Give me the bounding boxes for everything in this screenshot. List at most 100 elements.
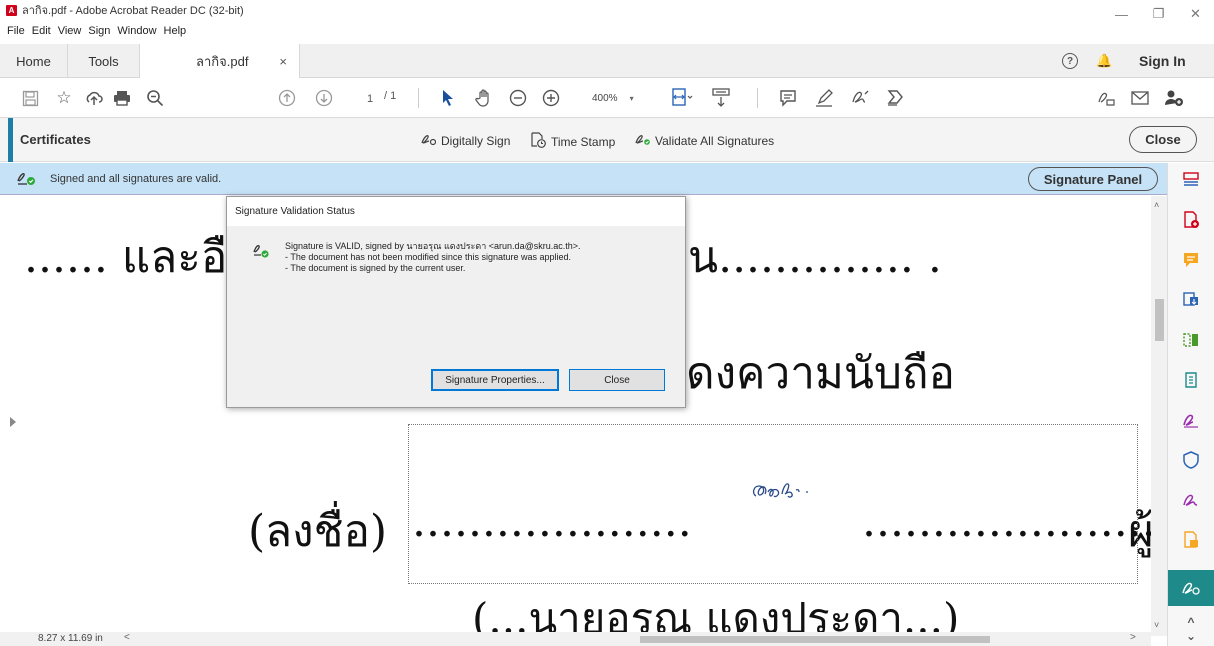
sign-share-icon[interactable]	[1094, 86, 1118, 110]
highlight-pen-icon[interactable]	[812, 86, 836, 110]
fill-sign-tool-icon[interactable]	[1180, 409, 1202, 431]
fill-sign-icon[interactable]	[848, 86, 872, 110]
share-upload-icon[interactable]	[82, 86, 106, 110]
toolbar-divider	[757, 88, 758, 108]
scroll-right-arrow[interactable]: >	[1130, 632, 1136, 643]
minimize-button[interactable]: —	[1103, 0, 1140, 28]
zoom-in-icon[interactable]	[539, 86, 563, 110]
tab-document[interactable]: ลากิจ.pdf ×	[140, 44, 300, 78]
certificates-accent-stripe	[8, 118, 13, 162]
rail-scroll-down-icon[interactable]: ⌄	[1180, 625, 1202, 646]
close-tab-icon[interactable]: ×	[279, 54, 287, 69]
signature-status-text: Signed and all signatures are valid.	[50, 173, 222, 185]
signature-valid-icon	[253, 245, 269, 258]
menu-bar: File Edit View Sign Window Help	[0, 20, 1000, 42]
menu-sign[interactable]: Sign	[88, 25, 110, 37]
notification-bell-icon[interactable]: 🔔	[1096, 53, 1112, 69]
help-icon[interactable]: ?	[1062, 53, 1078, 69]
fit-page-icon[interactable]	[670, 86, 696, 110]
scroll-left-arrow[interactable]: <	[124, 632, 130, 643]
window-title: ลากิจ.pdf - Adobe Acrobat Reader DC (32-…	[22, 5, 244, 17]
validate-all-signatures-button[interactable]: Validate All Signatures	[634, 132, 774, 149]
dialog-close-button[interactable]: Close	[569, 369, 665, 391]
signature-valid-icon	[17, 173, 35, 185]
dialog-message-line3: - The document is signed by the current …	[285, 263, 466, 273]
zoom-search-icon[interactable]	[143, 86, 167, 110]
menu-help[interactable]: Help	[164, 25, 187, 37]
page-size-indicator: 8.27 x 11.69 in	[38, 633, 103, 644]
signature-validation-dialog: Signature Validation Status Signature is…	[226, 196, 686, 408]
maximize-button[interactable]: ❐	[1140, 0, 1177, 28]
dialog-message: Signature is VALID, signed by นายอรุณ แด…	[285, 241, 580, 274]
hand-icon[interactable]	[472, 86, 496, 110]
main-toolbar: ☆ 1 / 1 400% ▾	[0, 78, 1214, 118]
validate-sign-icon	[634, 132, 650, 149]
zoom-level-value: 400%	[592, 92, 618, 104]
close-window-button[interactable]: ✕	[1177, 0, 1214, 28]
signature-panel-button[interactable]: Signature Panel	[1028, 167, 1158, 191]
signature-properties-button[interactable]: Signature Properties...	[431, 369, 559, 391]
menu-file[interactable]: File	[7, 25, 25, 37]
menu-view[interactable]: View	[58, 25, 82, 37]
menu-edit[interactable]: Edit	[32, 25, 51, 37]
vertical-scrollbar[interactable]: ˄ ˅	[1151, 196, 1167, 636]
dialog-message-line1: Signature is VALID, signed by นายอรุณ แด…	[285, 241, 581, 251]
create-pdf-icon[interactable]	[1180, 209, 1202, 231]
horizontal-scrollbar[interactable]: 8.27 x 11.69 in < >	[0, 632, 1151, 646]
zoom-out-icon[interactable]	[506, 86, 530, 110]
export-pdf-icon[interactable]	[1180, 289, 1202, 311]
certificates-tool-icon[interactable]	[1180, 577, 1202, 599]
vertical-scroll-thumb[interactable]	[1155, 299, 1164, 341]
tab-tools-label: Tools	[88, 53, 119, 69]
page-down-icon[interactable]	[312, 86, 336, 110]
validate-all-signatures-label: Validate All Signatures	[655, 133, 775, 148]
digitally-sign-label: Digitally Sign	[441, 133, 511, 148]
print-icon[interactable]	[110, 86, 134, 110]
organize-pages-icon[interactable]	[1180, 169, 1202, 191]
chevron-down-icon: ▾	[629, 93, 634, 103]
tab-home[interactable]: Home	[0, 44, 68, 78]
signature-field[interactable]	[408, 424, 1138, 584]
doc-signer-name: (...นายอรุณ แดงประดา...)	[472, 594, 960, 636]
page-up-icon[interactable]	[275, 86, 299, 110]
add-user-icon[interactable]	[1162, 86, 1186, 110]
scroll-down-arrow[interactable]: ˅	[1154, 620, 1159, 630]
scroll-mode-icon[interactable]	[708, 86, 734, 110]
certificates-toolbar: Certificates Digitally Sign Time Stamp V…	[0, 118, 1214, 162]
toolbar-divider	[418, 88, 419, 108]
comment-icon[interactable]	[776, 86, 800, 110]
protect-shield-icon[interactable]	[1180, 449, 1202, 471]
close-certificates-button[interactable]: Close	[1129, 126, 1197, 153]
window-titlebar: A ลากิจ.pdf - Adobe Acrobat Reader DC (3…	[0, 0, 1214, 20]
save-icon[interactable]	[18, 86, 42, 110]
select-pointer-icon[interactable]	[436, 86, 460, 110]
zoom-level-select[interactable]: 400% ▾	[592, 89, 642, 107]
digitally-sign-button[interactable]: Digitally Sign	[420, 132, 510, 149]
dialog-message-line2: - The document has not been modified sin…	[285, 252, 572, 262]
bookmark-star-icon[interactable]: ☆	[52, 86, 76, 110]
combine-files-icon[interactable]	[1180, 369, 1202, 391]
request-signature-icon[interactable]	[1180, 489, 1202, 511]
time-stamp-button[interactable]: Time Stamp	[530, 132, 615, 151]
expand-left-pane-icon[interactable]	[10, 417, 16, 427]
horizontal-scroll-thumb[interactable]	[640, 636, 990, 643]
tab-tools[interactable]: Tools	[68, 44, 140, 78]
stamp-icon[interactable]	[883, 86, 907, 110]
window-controls: — ❐ ✕	[1103, 0, 1214, 28]
edit-pdf-icon[interactable]	[1180, 329, 1202, 351]
time-stamp-label: Time Stamp	[551, 134, 616, 149]
comment-tool-icon[interactable]	[1180, 249, 1202, 271]
menu-window[interactable]: Window	[117, 25, 156, 37]
digital-sign-pen-icon	[420, 132, 437, 149]
acrobat-app-icon: A	[6, 4, 17, 16]
scroll-up-arrow[interactable]: ˄	[1154, 200, 1159, 210]
page-number-input[interactable]: 1	[357, 90, 383, 107]
send-for-review-icon[interactable]	[1180, 529, 1202, 551]
certificates-title: Certificates	[20, 132, 91, 147]
tab-document-label: ลากิจ.pdf	[196, 53, 249, 69]
tab-bar: Home Tools ลากิจ.pdf × ? 🔔 Sign In	[0, 44, 1214, 78]
tab-home-label: Home	[16, 53, 51, 69]
email-icon[interactable]	[1128, 86, 1152, 110]
sign-in-button[interactable]: Sign In	[1139, 53, 1186, 69]
doc-sign-label: (ลงชื่อ)	[248, 506, 388, 557]
